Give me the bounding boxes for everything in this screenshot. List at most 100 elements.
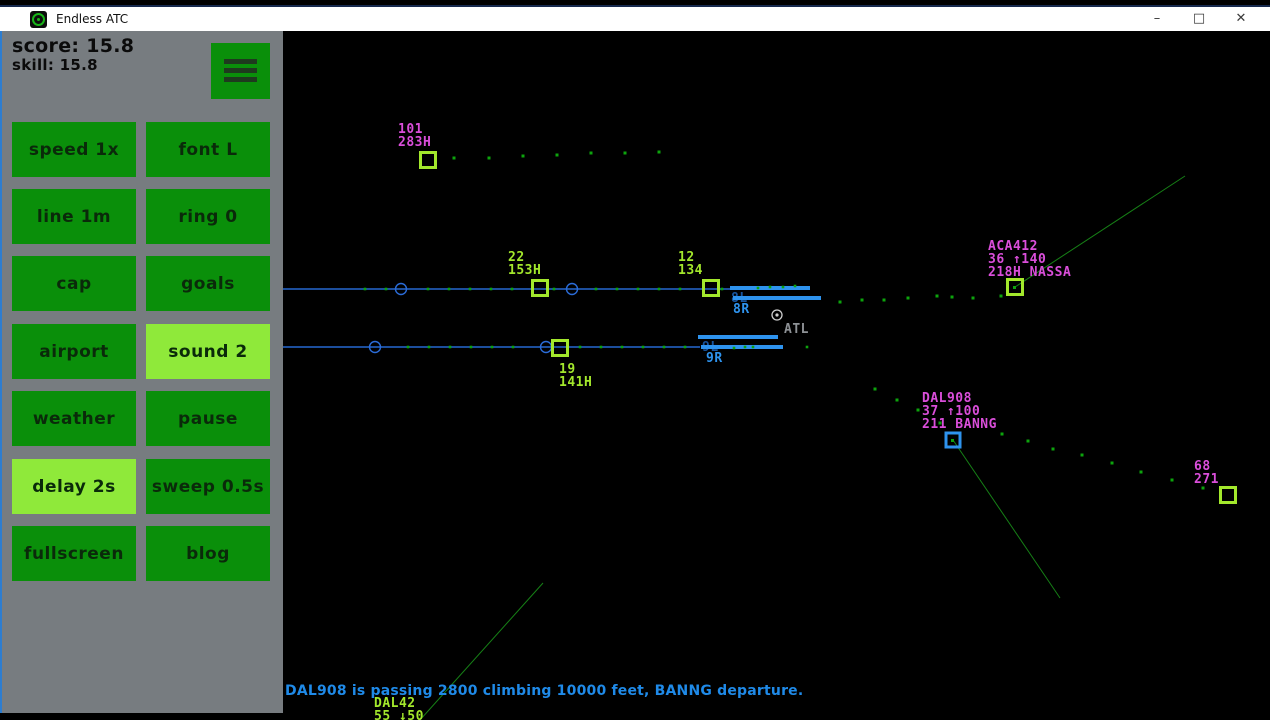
runway-bar-8R xyxy=(733,296,821,300)
trail-dot xyxy=(1052,448,1055,451)
trail-dot xyxy=(1081,454,1084,457)
trail-dot xyxy=(624,152,627,155)
centerline-dot xyxy=(600,346,603,349)
route-line-DAL42 xyxy=(420,583,543,720)
sidebar-button-pause[interactable]: pause xyxy=(146,391,270,446)
ground-dot xyxy=(752,346,755,349)
score-label: score: 15.8 xyxy=(12,35,134,57)
route-line-DAL908 xyxy=(953,440,1060,598)
sidebar-button-sweep[interactable]: sweep 0.5s xyxy=(146,459,270,514)
sidebar-button-airport[interactable]: airport xyxy=(12,324,136,379)
centerline-dot xyxy=(553,288,556,291)
trail-dot xyxy=(556,154,559,157)
trail-dot xyxy=(907,297,910,300)
centerline-dot xyxy=(616,288,619,291)
centerline-dot xyxy=(684,346,687,349)
window-controls: –□✕ xyxy=(1136,7,1262,31)
aircraft-label-DAL42[interactable]: 55 ↓50 xyxy=(374,709,424,720)
maximize-button[interactable]: □ xyxy=(1178,7,1220,31)
aircraft-label-22[interactable]: 153H xyxy=(508,263,541,278)
sidebar: score: 15.8 skill: 15.8 speed 1xfont Lli… xyxy=(0,31,283,713)
sidebar-wrap: score: 15.8 skill: 15.8 speed 1xfont Lli… xyxy=(0,31,283,720)
airport-marker-dot xyxy=(775,313,778,316)
aircraft-label-101[interactable]: 283H xyxy=(398,135,431,150)
trail-dot xyxy=(917,409,920,412)
centerline-dot xyxy=(663,346,666,349)
status-message: DAL908 is passing 2800 climbing 10000 fe… xyxy=(285,683,803,699)
trail-dot xyxy=(936,295,939,298)
radar-app-icon xyxy=(30,11,47,28)
centerline-dot xyxy=(428,346,431,349)
ground-dot xyxy=(782,286,785,289)
centerline-dot xyxy=(491,346,494,349)
centerline-dot xyxy=(621,346,624,349)
airport-label: ATL xyxy=(784,322,809,337)
trail-dot xyxy=(658,151,661,154)
skill-label: skill: 15.8 xyxy=(12,56,98,74)
trail-dot xyxy=(951,296,954,299)
trail-dot xyxy=(839,301,842,304)
aircraft-target-12[interactable] xyxy=(704,281,719,296)
menu-button[interactable] xyxy=(211,43,270,99)
centerline-dot xyxy=(385,288,388,291)
centerline-dot xyxy=(658,288,661,291)
minimize-button[interactable]: – xyxy=(1136,7,1178,31)
sidebar-button-delay[interactable]: delay 2s xyxy=(12,459,136,514)
trail-dot xyxy=(590,152,593,155)
centerline-dot xyxy=(642,346,645,349)
aircraft-label-DAL908[interactable]: 211 BANNG xyxy=(922,417,997,432)
aircraft-target-101[interactable] xyxy=(421,153,436,168)
radar-scope[interactable]: 8L9L8R9RATL101283H22153H1213419141HACA41… xyxy=(283,31,1270,720)
trail-dot xyxy=(1111,462,1114,465)
centerline-dot xyxy=(364,288,367,291)
centerline-dot xyxy=(469,288,472,291)
aircraft-target-19[interactable] xyxy=(553,341,568,356)
ground-dot xyxy=(733,347,736,350)
centerline-dot xyxy=(448,288,451,291)
trail-dot xyxy=(1001,433,1004,436)
trail-dot xyxy=(972,297,975,300)
ground-dot xyxy=(806,346,809,349)
centerline-dot xyxy=(470,346,473,349)
aircraft-label-19[interactable]: 141H xyxy=(559,375,592,390)
trail-dot xyxy=(1027,440,1030,443)
app-window: Endless ATC –□✕ score: 15.8 skill: 15.8 … xyxy=(0,0,1270,720)
sidebar-button-cap[interactable]: cap xyxy=(12,256,136,311)
sidebar-button-blog[interactable]: blog xyxy=(146,526,270,581)
hamburger-icon xyxy=(224,59,257,86)
aircraft-target-22[interactable] xyxy=(533,281,548,296)
titlebar[interactable]: Endless ATC –□✕ xyxy=(0,7,1270,31)
trail-dot xyxy=(883,299,886,302)
centerline-dot xyxy=(407,346,410,349)
window-content: score: 15.8 skill: 15.8 speed 1xfont Lli… xyxy=(0,31,1270,720)
sidebar-button-weather[interactable]: weather xyxy=(12,391,136,446)
trail-dot xyxy=(453,157,456,160)
sidebar-button-speed[interactable]: speed 1x xyxy=(12,122,136,177)
sidebar-button-font[interactable]: font L xyxy=(146,122,270,177)
aircraft-label-68[interactable]: 271 xyxy=(1194,472,1219,487)
trail-dot xyxy=(861,299,864,302)
centerline-dot xyxy=(595,288,598,291)
close-button[interactable]: ✕ xyxy=(1220,7,1262,31)
centerline-dot xyxy=(579,346,582,349)
runway-label-8R: 8R xyxy=(733,302,750,317)
centerline-dot xyxy=(511,288,514,291)
sidebar-button-sound[interactable]: sound 2 xyxy=(146,324,270,379)
sidebar-button-line[interactable]: line 1m xyxy=(12,189,136,244)
runway-bar-9L xyxy=(698,335,778,339)
trail-dot xyxy=(1171,479,1174,482)
aircraft-target-dot xyxy=(951,439,954,442)
centerline-dot xyxy=(449,346,452,349)
sidebar-button-goals[interactable]: goals xyxy=(146,256,270,311)
window-title: Endless ATC xyxy=(56,12,128,26)
sidebar-button-ring[interactable]: ring 0 xyxy=(146,189,270,244)
centerline-dot xyxy=(721,288,724,291)
aircraft-label-ACA412[interactable]: 218H NASSA xyxy=(988,265,1071,280)
centerline-dot xyxy=(637,288,640,291)
aircraft-label-12[interactable]: 134 xyxy=(678,263,703,278)
trail-dot xyxy=(896,399,899,402)
centerline-dot xyxy=(679,288,682,291)
sidebar-button-fullscreen[interactable]: fullscreen xyxy=(12,526,136,581)
aircraft-target-68[interactable] xyxy=(1221,488,1236,503)
trail-dot xyxy=(488,157,491,160)
